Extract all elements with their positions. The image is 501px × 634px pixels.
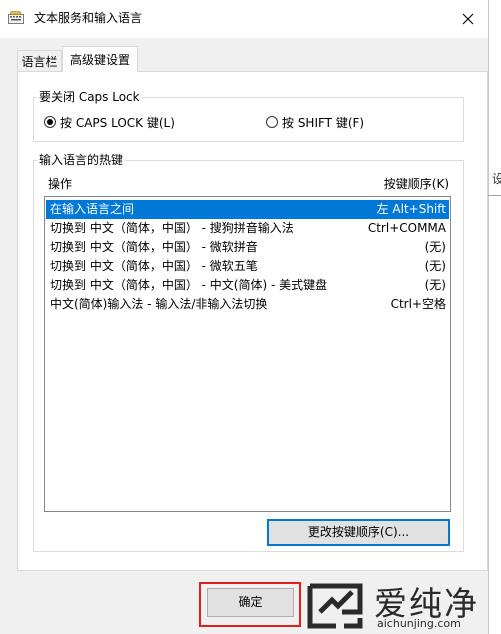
ok-button[interactable]: 确定 bbox=[207, 588, 294, 617]
list-item-keys: (无) bbox=[424, 240, 446, 254]
tab-language-bar[interactable]: 语言栏 bbox=[17, 50, 62, 71]
list-item[interactable]: 切换到 中文（简体，中国） - 中文(简体) - 美式键盘 (无) bbox=[46, 276, 449, 295]
change-key-sequence-button[interactable]: 更改按键顺序(C)... bbox=[267, 519, 450, 546]
caps-lock-key-radio[interactable] bbox=[44, 116, 56, 128]
caps-lock-key-label[interactable]: 按 CAPS LOCK 键(L) bbox=[60, 114, 175, 131]
list-item-action: 切换到 中文（简体，中国） - 微软拼音 bbox=[50, 240, 258, 254]
background-window bbox=[488, 0, 501, 634]
keyboard-app-icon bbox=[8, 11, 24, 25]
hotkey-list[interactable]: 在输入语言之间 左 Alt+Shift 切换到 中文（简体，中国） - 搜狗拼音… bbox=[44, 196, 451, 512]
hotkeys-group-legend: 输入语言的热键 bbox=[37, 153, 126, 167]
list-item-keys: 左 Alt+Shift bbox=[376, 202, 446, 216]
tab-advanced-key-settings[interactable]: 高级键设置 bbox=[62, 46, 138, 72]
list-item[interactable]: 在输入语言之间 左 Alt+Shift bbox=[46, 200, 449, 219]
background-window-divider bbox=[488, 195, 501, 196]
shift-key-radio[interactable] bbox=[266, 116, 278, 128]
list-item-action: 在输入语言之间 bbox=[50, 202, 135, 216]
list-item[interactable]: 切换到 中文（简体，中国） - 微软五笔 (无) bbox=[46, 257, 449, 276]
close-icon bbox=[462, 13, 474, 25]
window-title: 文本服务和输入语言 bbox=[34, 11, 143, 25]
shift-key-label[interactable]: 按 SHIFT 键(F) bbox=[282, 114, 364, 131]
watermark-url: aichunjing.com bbox=[377, 617, 461, 630]
background-window-text: 设 bbox=[492, 172, 501, 186]
list-item-keys: (无) bbox=[424, 278, 446, 292]
column-header-action: 操作 bbox=[48, 177, 73, 191]
list-item-keys: (无) bbox=[424, 259, 446, 273]
list-item[interactable]: 切换到 中文（简体，中国） - 微软拼音 (无) bbox=[46, 238, 449, 257]
list-item-action: 切换到 中文（简体，中国） - 中文(简体) - 美式键盘 bbox=[50, 278, 328, 292]
list-item-keys: Ctrl+空格 bbox=[390, 297, 446, 311]
list-item-keys: Ctrl+COMMA bbox=[367, 221, 446, 235]
column-header-key-sequence: 按键顺序(K) bbox=[383, 177, 449, 191]
list-item[interactable]: 中文(简体)输入法 - 输入法/非输入法切换 Ctrl+空格 bbox=[46, 295, 449, 314]
close-button[interactable] bbox=[448, 0, 488, 38]
watermark-logo-icon bbox=[306, 582, 364, 630]
list-item-action: 中文(简体)输入法 - 输入法/非输入法切换 bbox=[50, 297, 268, 311]
list-item-action: 切换到 中文（简体，中国） - 微软五笔 bbox=[50, 259, 258, 273]
list-item-action: 切换到 中文（简体，中国） - 搜狗拼音输入法 bbox=[50, 221, 294, 235]
capslock-group-legend: 要关闭 Caps Lock bbox=[37, 90, 142, 104]
list-item[interactable]: 切换到 中文（简体，中国） - 搜狗拼音输入法 Ctrl+COMMA bbox=[46, 219, 449, 238]
